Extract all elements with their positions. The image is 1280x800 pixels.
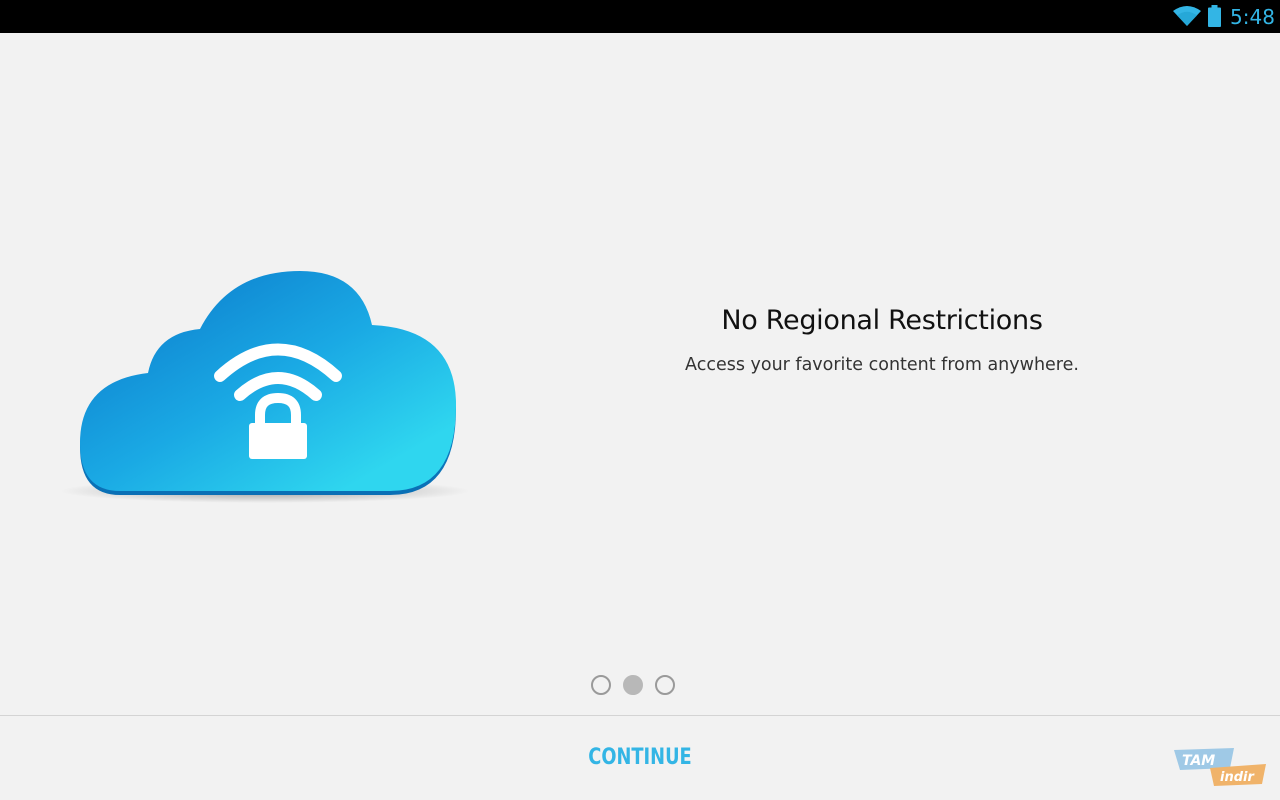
battery-icon	[1208, 5, 1221, 27]
continue-button[interactable]: CONTINUE	[550, 736, 730, 780]
cloud-lock-wifi-icon	[60, 271, 470, 503]
svg-text:TAM: TAM	[1182, 753, 1215, 769]
svg-text:indir: indir	[1220, 770, 1255, 785]
page-dot-2-active[interactable]	[623, 675, 643, 695]
status-clock: 5:48	[1230, 5, 1275, 29]
slide-subtitle: Access your favorite content from anywhe…	[685, 355, 1079, 375]
page-dot-3[interactable]	[655, 675, 675, 695]
page-indicator	[590, 675, 690, 701]
slide-title: No Regional Restrictions	[721, 305, 1043, 336]
tamindir-watermark-logo: TAM indir	[1174, 748, 1266, 786]
page-dot-1[interactable]	[591, 675, 611, 695]
status-bar: 5:48	[0, 0, 1280, 33]
wifi-icon	[1173, 6, 1201, 26]
onboarding-slide[interactable]: No Regional Restrictions Access your fav…	[0, 33, 1280, 715]
footer-bar: CONTINUE TAM indir	[0, 716, 1280, 800]
